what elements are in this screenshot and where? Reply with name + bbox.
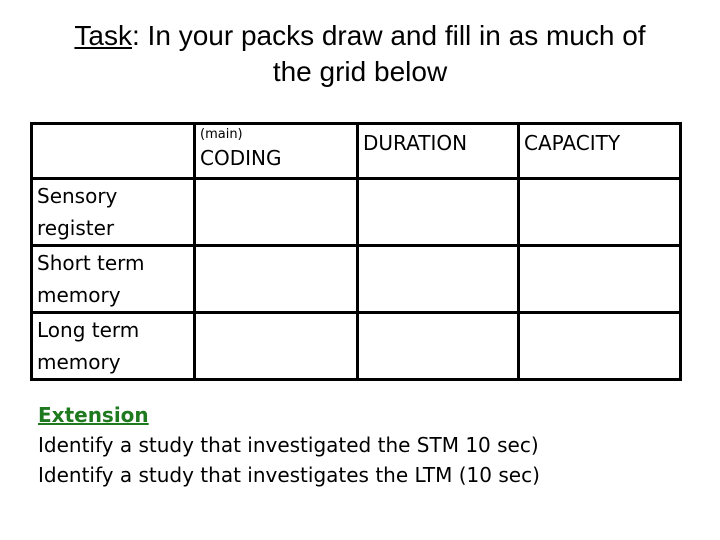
cell-sensory-capacity: [517, 177, 682, 247]
row-label-line: memory: [37, 350, 121, 374]
task-instruction: : In your packs draw and fill in as much…: [132, 20, 646, 51]
cell-sensory-coding: [193, 177, 359, 247]
row-label-line: memory: [37, 283, 121, 307]
row-label-line: Long term: [37, 318, 140, 342]
row-label-line: Short term: [37, 251, 145, 275]
cell-sensory-duration: [356, 177, 520, 247]
cell-ltm-coding: [193, 311, 359, 381]
cell-stm-capacity: [517, 244, 682, 314]
extension-line-ltm: Identify a study that investigates the L…: [38, 463, 540, 487]
header-cell-coding: (main) CODING: [193, 122, 359, 180]
header-cell-duration: DURATION: [356, 122, 520, 180]
header-coding-label: CODING: [200, 146, 282, 170]
row-label-long-term-memory: Long term memory: [30, 311, 196, 381]
cell-stm-coding: [193, 244, 359, 314]
task-title-line-1: Task: In your packs draw and fill in as …: [0, 18, 720, 54]
extension-heading: Extension: [38, 403, 149, 427]
cell-stm-duration: [356, 244, 520, 314]
header-capacity-label: CAPACITY: [524, 131, 621, 155]
table-row: Short term memory: [30, 244, 682, 314]
table-row: Long term memory: [30, 311, 682, 381]
task-title-line-2: the grid below: [272, 56, 448, 87]
cell-ltm-capacity: [517, 311, 682, 381]
task-label: Task: [74, 20, 132, 51]
header-coding-note: (main): [200, 127, 243, 142]
header-row: (main) CODING DURATION CAPACITY: [30, 122, 682, 180]
table-row: Sensory register: [30, 177, 682, 247]
cell-ltm-duration: [356, 311, 520, 381]
row-label-short-term-memory: Short term memory: [30, 244, 196, 314]
header-cell-capacity: CAPACITY: [517, 122, 682, 180]
task-title: Task: In your packs draw and fill in as …: [0, 18, 720, 90]
header-cell-empty: [30, 122, 196, 180]
extension-section: Extension Identify a study that investig…: [38, 400, 540, 490]
row-label-line: register: [37, 216, 115, 240]
row-label-line: Sensory: [37, 184, 118, 208]
header-duration-label: DURATION: [363, 131, 468, 155]
extension-line-stm: Identify a study that investigated the S…: [38, 433, 539, 457]
row-label-sensory-register: Sensory register: [30, 177, 196, 247]
memory-grid-table: (main) CODING DURATION CAPACITY Sensory r…: [30, 122, 682, 381]
